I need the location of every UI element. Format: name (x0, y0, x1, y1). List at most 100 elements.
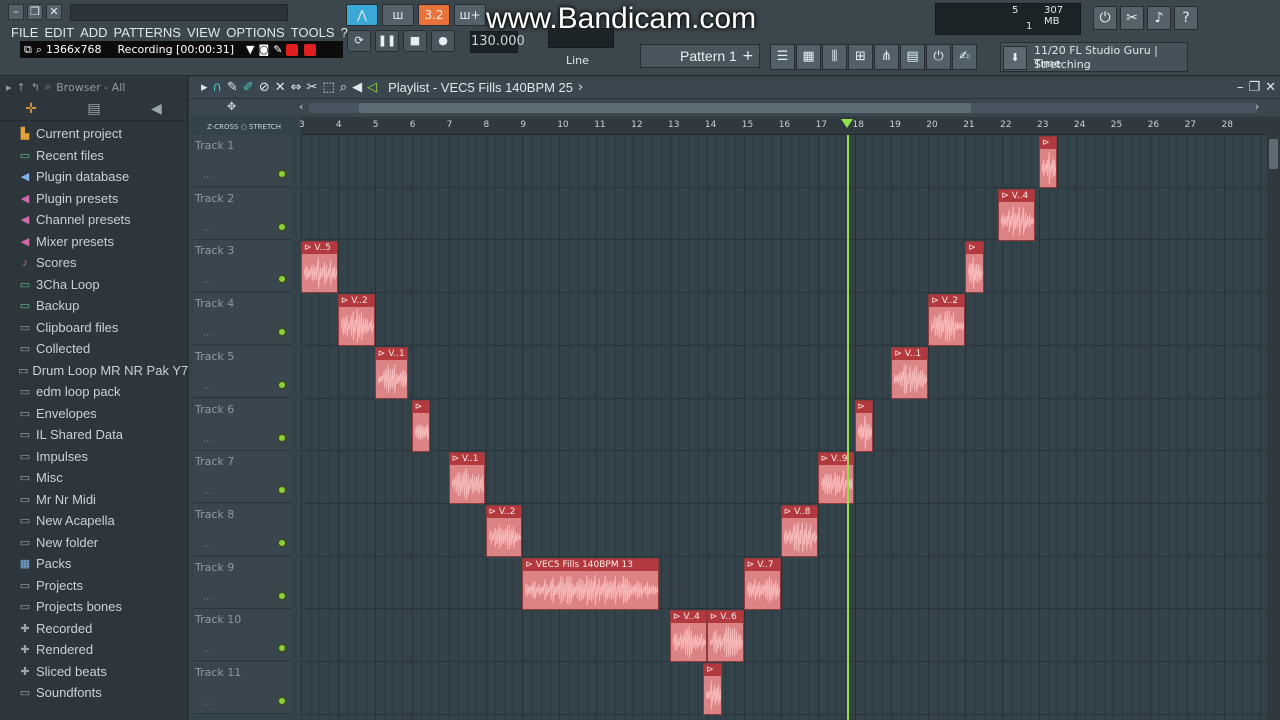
file-icon[interactable]: ▤ (900, 44, 925, 70)
audio-clip[interactable]: ⊳ V..1 (448, 452, 486, 505)
track-mute-led[interactable] (277, 379, 287, 390)
channel-rack-icon[interactable]: ⫼ (822, 44, 847, 70)
scroll-right-icon[interactable]: › (1255, 100, 1259, 113)
track-mute-led[interactable] (277, 696, 287, 706)
back-icon[interactable]: ↰ (31, 81, 40, 94)
track-header[interactable]: Track 1 ⋯ (193, 135, 291, 187)
browser-item[interactable]: ▭ IL Shared Data (0, 424, 187, 446)
playhead-line[interactable] (847, 135, 850, 720)
menu-view[interactable]: VIEW (184, 25, 223, 41)
track-header[interactable]: Track 9 ⋯ (193, 556, 291, 609)
up-arrow-icon[interactable]: ↑ (17, 81, 26, 94)
slice-icon[interactable]: ✂ (307, 80, 318, 95)
audio-clip[interactable]: ⊳ (703, 663, 722, 715)
browser-item[interactable]: ▭ Envelopes (0, 403, 187, 425)
browser-item[interactable]: ▭ Misc (0, 467, 187, 489)
browser-item[interactable]: ▭ Mr Nr Midi (0, 489, 187, 511)
browser-item[interactable]: ▭ New Acapella (0, 510, 187, 532)
playlist-icon[interactable]: ☰ (770, 44, 795, 70)
scroll-thumb[interactable] (359, 103, 971, 113)
clip-header[interactable]: ⊳ V..2 (486, 505, 522, 518)
zero-cross-toggle[interactable]: Z-CROSS ○ STRETCH (207, 123, 281, 131)
browser-item[interactable]: ◀ Plugin presets (0, 188, 187, 210)
file-icon[interactable]: ▤ (87, 101, 100, 117)
browser-item[interactable]: ▭ Soundfonts (0, 682, 187, 704)
audio-clip[interactable]: ⊳ V..1 (891, 346, 929, 399)
pause-record-icon[interactable] (286, 43, 299, 56)
browser-item[interactable]: ▭ Recent files (0, 145, 187, 167)
playhead-marker[interactable] (841, 119, 854, 128)
plugin-icon[interactable]: ⏻ (926, 44, 951, 70)
playback-icon[interactable]: ◀ (352, 80, 362, 95)
select-icon[interactable]: ⬚ (322, 80, 334, 95)
browser-item[interactable]: ▭ Collected (0, 338, 187, 360)
microphone-icon[interactable]: ♪ (1147, 6, 1171, 30)
browser-item[interactable]: ▭ Backup (0, 295, 187, 317)
track-header[interactable]: Track 3 ⋯ (193, 240, 291, 293)
audio-clip[interactable]: ⊳ V..2 (485, 504, 523, 557)
browser-icon[interactable]: ⋔ (874, 44, 899, 70)
pattern-song-toggle[interactable]: ⋀ (346, 4, 378, 26)
audio-clip[interactable]: ⊳ V..5 (301, 241, 338, 294)
magnet-icon[interactable]: ∩ (213, 80, 223, 95)
camera-icon[interactable]: ◙ (259, 41, 270, 58)
browser-item[interactable]: ▭ Projects bones (0, 596, 187, 618)
clip-header[interactable]: ⊳ (966, 242, 983, 255)
clip-header[interactable]: ⊳ V..6 (707, 611, 743, 624)
maximize-icon[interactable]: ❐ (1248, 80, 1260, 95)
clip-header[interactable]: ⊳ V..8 (781, 505, 817, 518)
snap-selector-box[interactable] (548, 28, 614, 48)
clip-header[interactable]: ⊳ V..7 (744, 558, 780, 571)
scroll-thumb[interactable] (1269, 139, 1278, 169)
clip-header[interactable]: ⊳ (855, 400, 872, 413)
browser-item[interactable]: ▭ Drum Loop MR NR Pak Y7 (0, 360, 188, 382)
collapse-icon[interactable]: ✛ (25, 101, 37, 117)
track-header[interactable]: Track 7 ⋯ (193, 451, 291, 504)
record-button[interactable]: ● (431, 30, 455, 52)
power-icon[interactable]: ⏻ (1093, 6, 1117, 30)
track-header[interactable]: Track 2 ⋯ (193, 187, 291, 240)
audio-clip[interactable]: ⊳ V..6 (706, 610, 744, 663)
browser-item[interactable]: ◀ Plugin database (0, 166, 187, 188)
track-mute-led[interactable] (277, 590, 287, 601)
track-header[interactable]: Track 10 ⋯ (193, 609, 291, 662)
browser-item[interactable]: ▭ Projects (0, 575, 187, 597)
track-header[interactable]: Track 8 ⋯ (193, 503, 291, 556)
audio-clip[interactable]: ⊳ V..2 (337, 294, 375, 347)
track-mute-led[interactable] (277, 432, 287, 443)
track-header[interactable]: Track 6 ⋯ (193, 398, 291, 451)
menu-options[interactable]: OPTIONS (223, 25, 288, 41)
pause-button[interactable]: ❚❚ (375, 30, 399, 52)
browser-item[interactable]: ▭ 3Cha Loop (0, 274, 187, 296)
browser-item[interactable]: ◀ Mixer presets (0, 231, 187, 253)
track-mute-led[interactable] (277, 327, 287, 338)
audio-clip[interactable]: ⊳ V..1 (374, 346, 408, 399)
audio-clip[interactable]: ⊳ (965, 241, 984, 294)
audio-clip[interactable]: ⊳ (411, 399, 431, 452)
browser-item[interactable]: ▙ Current project (0, 123, 187, 145)
browser-item[interactable]: ▦ Packs (0, 553, 187, 575)
loop-icon[interactable]: ⟳ (347, 30, 371, 52)
dropdown-icon[interactable]: ▼ (246, 41, 254, 58)
blend-record-icon[interactable]: 3.2 (418, 4, 450, 26)
audio-clip[interactable]: ⊳ V..2 (928, 294, 966, 347)
clip-header[interactable]: ⊳ V..1 (449, 453, 485, 466)
clip-header[interactable]: ⊳ V..2 (338, 295, 374, 308)
slip-icon[interactable]: ⇔ (291, 80, 302, 95)
audio-clip[interactable]: ⊳ (1039, 136, 1058, 188)
menu-edit[interactable]: EDIT (41, 25, 77, 41)
vertical-scrollbar[interactable] (1267, 117, 1280, 720)
mixer-icon[interactable]: ⊞ (848, 44, 873, 70)
clip-header[interactable]: ⊳ V..4 (999, 189, 1035, 202)
piano-roll-icon[interactable]: ▦ (796, 44, 821, 70)
speaker-icon[interactable]: ◀ (151, 101, 162, 117)
add-pattern-icon[interactable]: + (742, 48, 754, 64)
stop-button[interactable]: ■ (403, 30, 427, 52)
audio-clip[interactable]: ⊳ V..4 (670, 610, 707, 663)
browser-item[interactable]: ◀ Channel presets (0, 209, 187, 231)
clip-header[interactable]: ⊳ (1040, 137, 1057, 149)
toggle-circle-icon[interactable]: ○ (241, 123, 247, 131)
track-header[interactable]: Track 11 ⋯ (193, 662, 291, 714)
clip-header[interactable]: ⊳ V..1 (375, 347, 407, 360)
audio-clip[interactable]: ⊳ VEC5 Fills 140BPM 13 (522, 557, 659, 610)
